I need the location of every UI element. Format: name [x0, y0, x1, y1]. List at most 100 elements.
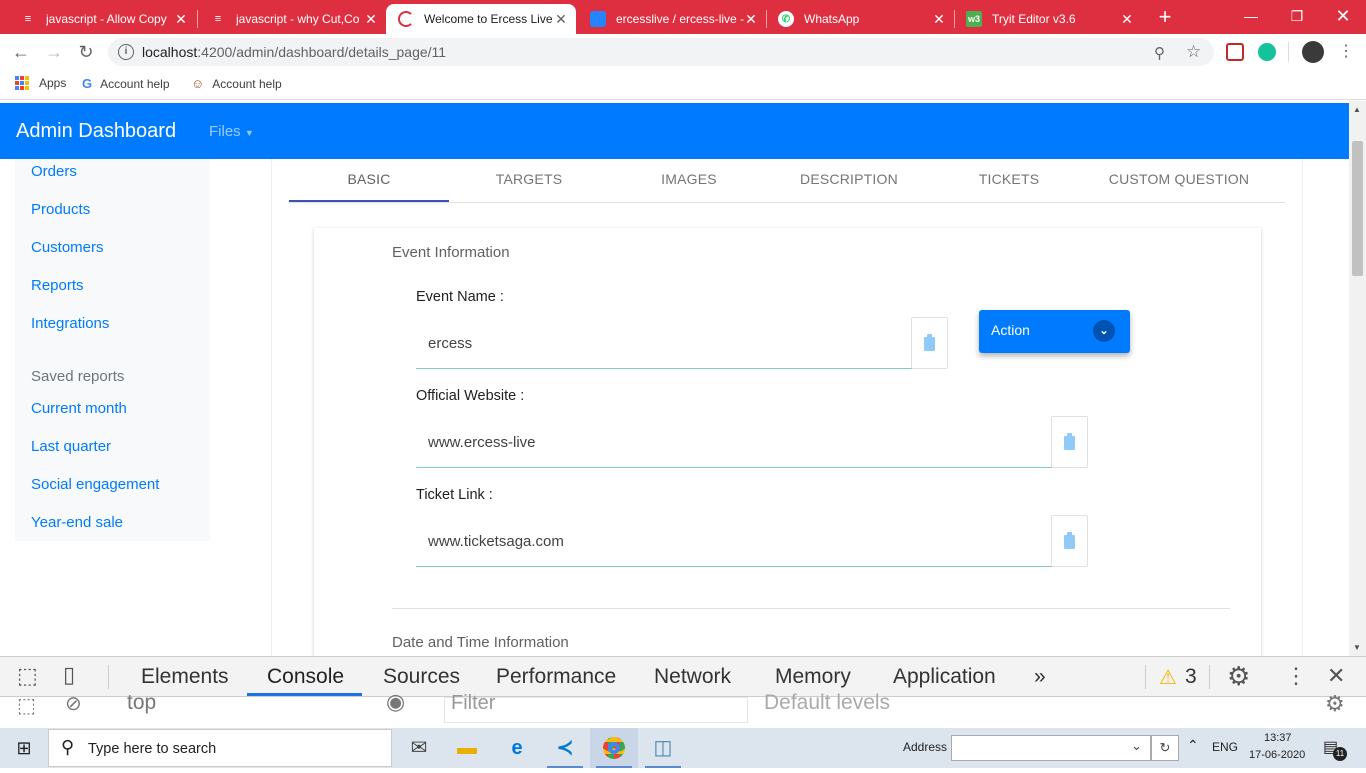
- tab-images[interactable]: IMAGES: [609, 171, 769, 187]
- devtools-tab-elements[interactable]: Elements: [141, 665, 229, 689]
- app-window-icon[interactable]: ◫: [639, 728, 687, 768]
- settings-gear-icon[interactable]: ⚙: [1227, 661, 1250, 692]
- chrome-menu-icon[interactable]: ⋮: [1334, 40, 1358, 64]
- clock-time[interactable]: 13:37: [1264, 732, 1292, 744]
- profile-avatar[interactable]: [1302, 41, 1324, 63]
- bookmark-star-icon[interactable]: ☆: [1186, 42, 1201, 62]
- action-button[interactable]: Action ⌄: [979, 310, 1130, 353]
- sidebar-toggle-icon[interactable]: ⬚: [17, 693, 36, 718]
- inspect-element-icon[interactable]: ⬚: [17, 663, 38, 689]
- windows-start-icon[interactable]: ⊞: [0, 728, 48, 768]
- address-toolbar-input[interactable]: ⌄: [951, 735, 1151, 761]
- devtools-tab-network[interactable]: Network: [654, 665, 731, 689]
- browser-tab-active[interactable]: Welcome to Ercess Live ✕: [386, 4, 576, 34]
- site-info-icon[interactable]: i: [118, 44, 134, 60]
- bookmark-account-help-2[interactable]: ☺ Account help: [191, 76, 282, 91]
- console-filter-input[interactable]: Filter: [444, 693, 748, 723]
- devtools-tab-sources[interactable]: Sources: [383, 665, 460, 689]
- sidebar-item-integrations[interactable]: Integrations: [31, 315, 109, 332]
- navbar-brand[interactable]: Admin Dashboard: [16, 120, 176, 143]
- tab-description[interactable]: DESCRIPTION: [769, 171, 929, 187]
- mail-app-icon[interactable]: ✉: [395, 728, 443, 768]
- console-settings-icon[interactable]: ⚙: [1325, 691, 1345, 717]
- minimize-button[interactable]: —: [1228, 0, 1274, 32]
- tab-basic[interactable]: BASIC: [289, 171, 449, 187]
- file-explorer-icon[interactable]: ▬: [443, 728, 491, 768]
- ticket-link-field[interactable]: www.ticketsaga.com: [416, 515, 1052, 567]
- bookmark-account-help[interactable]: G Account help: [82, 76, 170, 91]
- close-tab-icon[interactable]: ✕: [932, 11, 946, 28]
- sidebar-item-customers[interactable]: Customers: [31, 239, 104, 256]
- eye-icon[interactable]: ◉: [386, 689, 405, 715]
- copy-ticket-link-button[interactable]: [1051, 515, 1088, 567]
- bookmark-apps[interactable]: Apps: [15, 76, 66, 90]
- scroll-down-arrow-icon[interactable]: ▼: [1353, 643, 1361, 652]
- ticket-link-value: www.ticketsaga.com: [428, 533, 564, 550]
- taskbar-search-box[interactable]: ⚲ Type here to search: [48, 729, 392, 767]
- forward-button[interactable]: →: [42, 40, 66, 64]
- clear-console-icon[interactable]: ⊘: [65, 691, 82, 716]
- close-tab-icon[interactable]: ✕: [744, 11, 758, 28]
- warning-icon[interactable]: ⚠: [1159, 665, 1177, 690]
- official-website-field[interactable]: www.ercess-live: [416, 416, 1052, 468]
- device-toolbar-icon[interactable]: ▯: [63, 662, 75, 688]
- tab-custom-question[interactable]: CUSTOM QUESTION: [1099, 171, 1259, 187]
- section-divider: [392, 608, 1230, 609]
- edge-browser-icon[interactable]: e: [493, 728, 541, 768]
- close-devtools-icon[interactable]: ✕: [1327, 663, 1345, 689]
- address-go-button[interactable]: ↻: [1151, 735, 1179, 761]
- more-tabs-icon[interactable]: »: [1034, 665, 1046, 689]
- input-language[interactable]: ENG: [1212, 740, 1238, 754]
- event-name-field[interactable]: ercess: [416, 317, 912, 369]
- browser-tab[interactable]: ≡ javascript - Allow Copy ✕: [8, 4, 196, 34]
- close-tab-icon[interactable]: ✕: [554, 11, 568, 28]
- new-tab-button[interactable]: +: [1153, 4, 1177, 30]
- restore-button[interactable]: ❐: [1274, 0, 1320, 32]
- content-border-left: [271, 159, 272, 656]
- page-scrollbar[interactable]: ▲ ▼: [1349, 101, 1366, 656]
- pocket-extension-icon[interactable]: [1226, 43, 1244, 61]
- sidebar-item-last-quarter[interactable]: Last quarter: [31, 438, 111, 455]
- vscode-icon[interactable]: ≺: [541, 728, 589, 768]
- browser-tab[interactable]: ercesslive / ercess-live - ✕: [578, 4, 766, 34]
- devtools-tab-application[interactable]: Application: [893, 665, 996, 689]
- chevron-down-icon[interactable]: ⌄: [1131, 738, 1142, 754]
- chrome-icon[interactable]: [590, 728, 638, 768]
- close-tab-icon[interactable]: ✕: [1120, 11, 1134, 28]
- browser-tab[interactable]: ✆ WhatsApp ✕: [766, 4, 954, 34]
- browser-tab[interactable]: ≡ javascript - why Cut,Co ✕: [198, 4, 386, 34]
- address-bar[interactable]: i localhost:4200/admin/dashboard/details…: [108, 38, 1214, 66]
- sidebar-item-orders[interactable]: Orders: [31, 163, 77, 180]
- scroll-up-arrow-icon[interactable]: ▲: [1353, 105, 1361, 114]
- close-window-button[interactable]: ✕: [1320, 0, 1366, 32]
- tab-tickets[interactable]: TICKETS: [929, 171, 1089, 187]
- close-tab-icon[interactable]: ✕: [174, 11, 188, 28]
- tray-expand-icon[interactable]: ⌃: [1187, 737, 1199, 754]
- warning-count[interactable]: 3: [1185, 665, 1197, 689]
- url-host: localhost: [142, 44, 198, 60]
- close-tab-icon[interactable]: ✕: [364, 11, 378, 28]
- sidebar-item-current-month[interactable]: Current month: [31, 400, 127, 417]
- devtools-tab-performance[interactable]: Performance: [496, 665, 616, 689]
- sidebar-item-year-end-sale[interactable]: Year-end sale: [31, 514, 123, 531]
- grammarly-extension-icon[interactable]: [1258, 43, 1276, 61]
- sidebar-item-reports[interactable]: Reports: [31, 277, 84, 294]
- copy-event-name-button[interactable]: [911, 317, 948, 369]
- files-dropdown[interactable]: Files ▼: [209, 123, 254, 140]
- devtools-tab-memory[interactable]: Memory: [775, 665, 851, 689]
- devtools-tab-console[interactable]: Console: [267, 665, 344, 689]
- devtools-menu-icon[interactable]: ⋮: [1285, 663, 1307, 689]
- reload-button[interactable]: ↻: [74, 40, 98, 64]
- scrollbar-thumb[interactable]: [1352, 141, 1363, 276]
- back-button[interactable]: ←: [9, 40, 33, 64]
- tab-title: Tryit Editor v3.6: [992, 12, 1076, 26]
- zoom-icon[interactable]: ⚲: [1154, 44, 1165, 62]
- sidebar-item-products[interactable]: Products: [31, 201, 90, 218]
- browser-tab[interactable]: w3 Tryit Editor v3.6 ✕: [954, 4, 1142, 34]
- clock-date[interactable]: 17-06-2020: [1249, 749, 1305, 761]
- log-levels-dropdown[interactable]: Default levels: [764, 691, 890, 715]
- context-selector[interactable]: top: [127, 691, 156, 715]
- sidebar-item-social-engagement[interactable]: Social engagement: [31, 476, 159, 493]
- tab-targets[interactable]: TARGETS: [449, 171, 609, 187]
- copy-website-button[interactable]: [1051, 416, 1088, 468]
